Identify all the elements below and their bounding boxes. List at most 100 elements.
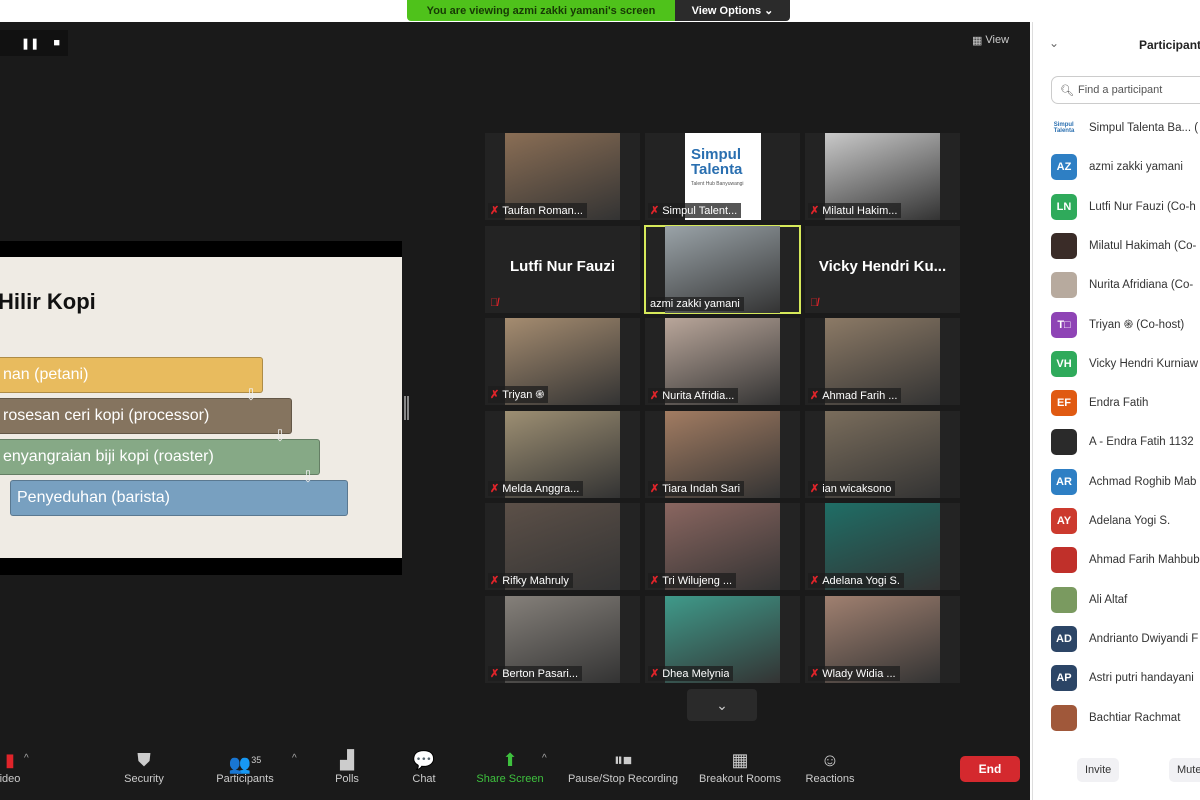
participant-list-item[interactable]: AZ azmi zakki yamani [1051,154,1183,181]
pause-stop-recording-button[interactable]: ⏸⏹ Pause/Stop Recording [568,747,678,785]
video-tile[interactable]: ✗ Rifky Mahruly [485,503,640,590]
slide-step: enyangraian biji kopi (roaster) [0,439,320,475]
security-label: Security [124,773,164,785]
polls-button[interactable]: ▟ Polls [335,747,359,785]
participant-list-item[interactable]: Milatul Hakimah (Co- [1051,232,1196,259]
avatar: AZ [1051,154,1077,181]
name-label: azmi zakki yamani [648,297,744,311]
name-label: ✗ Melda Anggra... [488,481,584,496]
participant-list-item[interactable]: AD Andrianto Dwiyandi F [1051,625,1198,652]
view-button[interactable]: ▦ View [972,30,1022,50]
name-label: ✗ Dhea Melynia [648,666,734,681]
participant-name: Tiara Indah Sari [662,482,741,495]
muted-mic-icon: ✗ [490,389,500,401]
video-tile[interactable]: ✗ Milatul Hakim... [805,133,960,220]
video-tile[interactable]: ✗ Adelana Yogi S. [805,503,960,590]
invite-button[interactable]: Invite [1077,758,1120,782]
video-button[interactable]: ▮ ideo [0,747,20,785]
pause-recording-icon[interactable]: ❚❚ [21,37,39,50]
resize-handle[interactable] [404,396,409,420]
muted-mic-icon: ✗ [490,668,500,680]
participant-list-item[interactable]: AP Astri putri handayani [1051,665,1194,692]
reactions-button[interactable]: ☺ Reactions [806,747,855,785]
collapse-chevron-icon[interactable]: ⌄ [1049,36,1059,50]
security-button[interactable]: ⛊ Security [124,747,164,785]
name-label: ✗ Milatul Hakim... [808,203,902,218]
participants-button[interactable]: 👥35 Participants [216,747,273,785]
video-tile[interactable]: ✗ Tiara Indah Sari [645,411,800,498]
participant-list-item[interactable]: VH Vicky Hendri Kurniaw [1051,350,1198,377]
stop-recording-icon[interactable]: ■ [53,37,60,49]
participant-list-item[interactable]: Bachtiar Rachmat [1051,704,1181,731]
next-page-button[interactable]: ⌄ [687,689,757,721]
view-options-button[interactable]: View Options ⌄ [675,0,790,21]
muted-mic-icon: ✗ [810,205,820,217]
video-tile[interactable]: azmi zakki yamani [644,225,801,314]
participant-search-input[interactable]: 🔍︎ Find a participant [1051,76,1200,104]
muted-mic-icon: ✗ [650,483,660,495]
participant-name: Ahmad Farih Mahbub [1089,554,1200,567]
avatar: AY [1051,508,1077,534]
participant-list-item[interactable]: AY Adelana Yogi S. [1051,508,1170,534]
avatar: AR [1051,468,1077,495]
smiley-icon: ☺ [820,750,840,770]
viewing-banner: You are viewing azmi zakki yamani's scre… [407,0,675,21]
muted-mic-icon: ✗ [810,390,820,402]
participant-name: Endra Fatih [1089,397,1149,410]
slide-step: Penyeduhan (barista) [10,480,348,516]
participant-list-item[interactable]: LN Lutfi Nur Fauzi (Co-h [1051,193,1196,220]
participant-name: Ali Altaf [1089,593,1128,606]
participant-name: Astri putri handayani [1089,672,1194,685]
mute-all-button[interactable]: Mute [1169,758,1200,782]
grid-icon: ▦ [972,34,983,47]
participant-name: A - Endra Fatih 1132 [1089,436,1194,449]
video-icon: ▮ [5,750,15,770]
participants-options-caret[interactable]: ^ [292,753,297,764]
participant-name: Dhea Melynia [662,667,730,680]
bar-chart-icon: ▟ [340,750,354,770]
video-tile[interactable]: Lutfi Nur Fauzi 🎙̸ [485,226,640,313]
name-label: ✗ Simpul Talent... [648,203,742,218]
video-tile[interactable]: ✗ Ahmad Farih ... [805,318,960,405]
end-meeting-button[interactable]: End [960,756,1020,782]
participant-name: Bachtiar Rachmat [1089,711,1181,724]
participant-list-item[interactable]: Ali Altaf [1051,586,1128,613]
participant-list-item[interactable]: AR Achmad Roghib Mab [1051,468,1196,495]
avatar [1051,704,1077,731]
participant-name: azmi zakki yamani [1089,161,1183,174]
shield-icon: ⛊ [137,750,151,770]
participant-list-item[interactable]: EF Endra Fatih [1051,390,1149,417]
muted-mic-icon: ✗ [490,205,500,217]
share-screen-button[interactable]: ⬆ Share Screen [476,747,543,785]
participant-list-item[interactable]: Ahmad Farih Mahbub [1051,547,1200,574]
record-label: Pause/Stop Recording [567,773,679,785]
video-tile[interactable]: ✗ Nurita Afridia... [645,318,800,405]
name-label: ✗ Taufan Roman... [488,203,587,218]
recording-controls: ❚❚ ■ [0,30,68,56]
video-tile[interactable]: ✗ Triyan ֍ [485,318,640,405]
video-tile[interactable]: ✗ Wlady Widia ... [805,596,960,683]
participant-list-item[interactable]: Nurita Afridiana (Co- [1051,272,1193,299]
video-tile[interactable]: Vicky Hendri Ku... 🎙̸ [805,226,960,313]
video-tile[interactable]: ✗ Tri Wilujeng ... [645,503,800,590]
video-tile[interactable]: Simpul Talenta Talent Hub Banyuwangi ✗ Simpu… [645,133,800,220]
avatar [1051,232,1077,259]
participant-list-item[interactable]: A - Endra Fatih 1132 [1051,429,1194,456]
participant-list-item[interactable]: Simpul Talenta Simpul Talenta Ba... ( [1051,115,1198,141]
video-tile[interactable]: ✗ Berton Pasari... [485,596,640,683]
share-options-caret[interactable]: ^ [542,753,547,764]
breakout-rooms-icon: ▦ [731,750,749,770]
participant-count: 35 [251,755,262,765]
video-tile[interactable]: ✗ Dhea Melynia [645,596,800,683]
participant-list-item[interactable]: T□ Triyan ֍ (Co-host) [1051,311,1184,338]
video-options-caret[interactable]: ^ [24,753,29,764]
avatar: T□ [1051,311,1077,338]
video-tile[interactable]: ✗ Taufan Roman... [485,133,640,220]
video-tile[interactable]: ✗ ian wicaksono [805,411,960,498]
chat-button[interactable]: 💬 Chat [412,747,435,785]
video-tile[interactable]: ✗ Melda Anggra... [485,411,640,498]
breakout-rooms-button[interactable]: ▦ Breakout Rooms [699,747,781,785]
shared-screen: Hilir Kopi nan (petani) rosesan ceri kop… [0,241,402,575]
name-label: ✗ Triyan ֍ [488,386,549,403]
avatar: AP [1051,665,1077,692]
